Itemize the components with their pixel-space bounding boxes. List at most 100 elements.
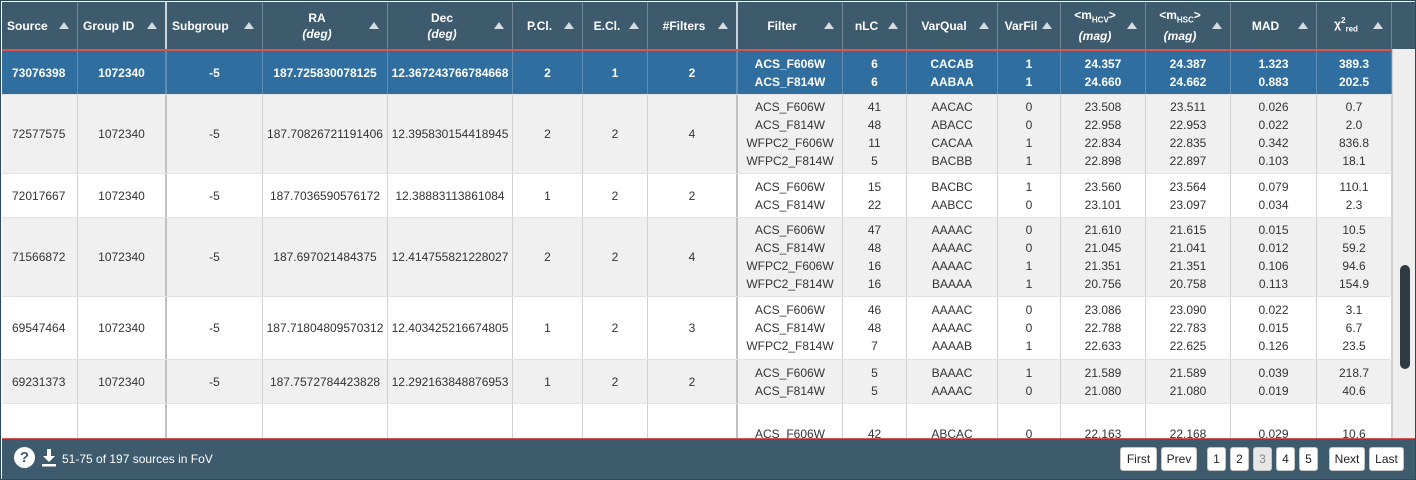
- cell-line-nlc: 11: [868, 136, 881, 150]
- cell-line-m_hsc: 22.835: [1169, 136, 1207, 150]
- cell-value-ra: 187.71804809570312: [266, 321, 384, 335]
- page-2-button[interactable]: 2: [1230, 447, 1249, 471]
- sort-ascending-icon[interactable]: [244, 22, 254, 29]
- column-header-nfilters[interactable]: #Filters: [648, 2, 738, 49]
- sort-ascending-icon[interactable]: [59, 22, 69, 29]
- cell-ecl: 2: [583, 174, 648, 217]
- first-page-button[interactable]: First: [1120, 447, 1157, 471]
- cell-m_hcv: 22.16321.578: [1061, 404, 1146, 438]
- page-1-button[interactable]: 1: [1207, 447, 1226, 471]
- next-page-button[interactable]: Next: [1329, 447, 1365, 471]
- table-row[interactable]: 73076398 1072340 -5 187.725830078125 12.3672…: [2, 51, 1392, 95]
- sort-ascending-icon[interactable]: [1127, 22, 1137, 29]
- cell-value-ra: 187.697021484375: [273, 250, 377, 264]
- sort-ascending-icon[interactable]: [1212, 22, 1222, 29]
- cell-nlc: 47 48 16 16: [843, 218, 907, 296]
- column-header-subgroup[interactable]: Subgroup: [167, 2, 263, 49]
- column-header-label-nfilters: #Filters: [663, 18, 706, 34]
- cell-line-varfil: 0: [1025, 100, 1033, 114]
- cell-varqual: ABCACACACC: [907, 404, 998, 438]
- cell-value-source: 71566872: [12, 250, 66, 264]
- vertical-scrollbar[interactable]: [1392, 49, 1415, 438]
- page-3-button[interactable]: 3: [1253, 447, 1272, 471]
- cell-line-chi2: 0.7: [1345, 100, 1363, 114]
- cell-pcl: [513, 404, 583, 438]
- table-row[interactable]: 69231373 1072340 -5 187.7572784423828 12.292…: [2, 360, 1392, 404]
- cell-line-varqual: BAAAA: [931, 277, 973, 291]
- cell-group_id: 1072340: [78, 95, 167, 173]
- column-header-varqual[interactable]: VarQual: [907, 2, 998, 49]
- table-row[interactable]: ACS_F606WACS_F814W4247ABCACACACC0022.163…: [2, 404, 1392, 438]
- cell-line-filter: ACS_F814W: [754, 241, 826, 255]
- table-row[interactable]: 69547464 1072340 -5 187.71804809570312 12.40…: [2, 297, 1392, 360]
- cell-source: 73076398: [2, 51, 78, 94]
- table-row[interactable]: 72577575 1072340 -5 187.70826721191406 12.39…: [2, 95, 1392, 174]
- cell-line-m_hsc: 22.625: [1169, 339, 1207, 353]
- cell-line-filter: ACS_F814W: [754, 118, 826, 132]
- cell-line-mad: 0.012: [1258, 241, 1289, 255]
- sort-ascending-icon[interactable]: [979, 22, 989, 29]
- scrollbar-thumb[interactable]: [1400, 265, 1410, 369]
- cell-nlc: 46 48 7: [843, 297, 907, 359]
- cell-value-subgroup: -5: [209, 250, 220, 264]
- table-row[interactable]: 72017667 1072340 -5 187.7036590576172 12.388…: [2, 174, 1392, 218]
- page-5-button[interactable]: 5: [1299, 447, 1318, 471]
- cell-value-ecl: 2: [611, 374, 619, 389]
- sort-ascending-icon[interactable]: [369, 22, 379, 29]
- sort-ascending-icon[interactable]: [564, 22, 574, 29]
- cell-line-chi2: 389.3: [1338, 56, 1370, 71]
- cell-line-varfil: 1: [1025, 365, 1033, 380]
- column-header-filter[interactable]: Filter: [738, 2, 843, 49]
- column-unit: (deg): [427, 26, 457, 41]
- cell-ecl: 1: [583, 51, 648, 94]
- column-header-m_hcv[interactable]: <mHCV> (mag): [1061, 2, 1146, 49]
- cell-filter: ACS_F606W ACS_F814W: [738, 360, 843, 403]
- cell-source: 72017667: [2, 174, 78, 217]
- help-icon[interactable]: ?: [14, 447, 35, 468]
- column-header-m_hsc[interactable]: <mHSC> (mag): [1146, 2, 1231, 49]
- download-icon[interactable]: [41, 448, 57, 468]
- column-header-source[interactable]: Source: [2, 2, 78, 49]
- cell-m_hcv: 21.589 21.080: [1061, 360, 1146, 403]
- sort-ascending-icon[interactable]: [718, 22, 728, 29]
- column-header-pcl[interactable]: P.Cl.: [513, 2, 583, 49]
- sort-ascending-icon[interactable]: [824, 22, 834, 29]
- cell-line-m_hcv: 23.560: [1084, 179, 1122, 194]
- column-header-mad[interactable]: MAD: [1231, 2, 1317, 49]
- cell-value-group_id: 1072340: [98, 321, 145, 335]
- prev-page-button[interactable]: Prev: [1161, 447, 1197, 471]
- column-header-ecl[interactable]: E.Cl.: [583, 2, 648, 49]
- cell-group_id: 1072340: [78, 51, 167, 94]
- column-header-label-dec: Dec (deg): [427, 10, 456, 42]
- column-title: Subgroup: [172, 18, 229, 33]
- table-row[interactable]: 71566872 1072340 -5 187.697021484375 12.4147…: [2, 218, 1392, 297]
- cell-subgroup: -5: [167, 174, 263, 217]
- cell-line-mad: 0.015: [1258, 321, 1289, 335]
- column-header-varfil[interactable]: VarFil: [998, 2, 1061, 49]
- cell-value-pcl: 1: [544, 321, 551, 335]
- cell-varqual: CACAB AABAA: [907, 51, 998, 94]
- cell-value-dec: 12.395830154418945: [391, 127, 509, 141]
- column-header-group_id[interactable]: Group ID: [78, 2, 167, 49]
- sort-ascending-icon[interactable]: [494, 22, 504, 29]
- cell-line-filter: ACS_F606W: [754, 223, 826, 237]
- page-4-button[interactable]: 4: [1276, 447, 1295, 471]
- cell-value-source: 73076398: [12, 65, 66, 80]
- cell-varfil: 10: [998, 174, 1061, 217]
- column-header-chi2[interactable]: χ2red: [1317, 2, 1392, 49]
- sort-ascending-icon[interactable]: [1298, 22, 1308, 29]
- table-body: 73076398 1072340 -5 187.725830078125 12.3672…: [2, 49, 1392, 438]
- sort-ascending-icon[interactable]: [147, 22, 157, 29]
- sort-ascending-icon[interactable]: [888, 22, 898, 29]
- sort-ascending-icon[interactable]: [1373, 22, 1383, 29]
- cell-value-ecl: 1: [611, 65, 619, 80]
- cell-line-m_hcv: 20.756: [1084, 277, 1122, 291]
- column-header-ra[interactable]: RA (deg): [263, 2, 388, 49]
- column-header-dec[interactable]: Dec (deg): [388, 2, 513, 49]
- last-page-button[interactable]: Last: [1369, 447, 1404, 471]
- cell-varqual: AAAAC AAAAC AAAAB: [907, 297, 998, 359]
- cell-dec: 12.395830154418945: [388, 95, 513, 173]
- sort-ascending-icon[interactable]: [1042, 22, 1052, 29]
- column-header-nlc[interactable]: nLC: [843, 2, 907, 49]
- sort-ascending-icon[interactable]: [629, 22, 639, 29]
